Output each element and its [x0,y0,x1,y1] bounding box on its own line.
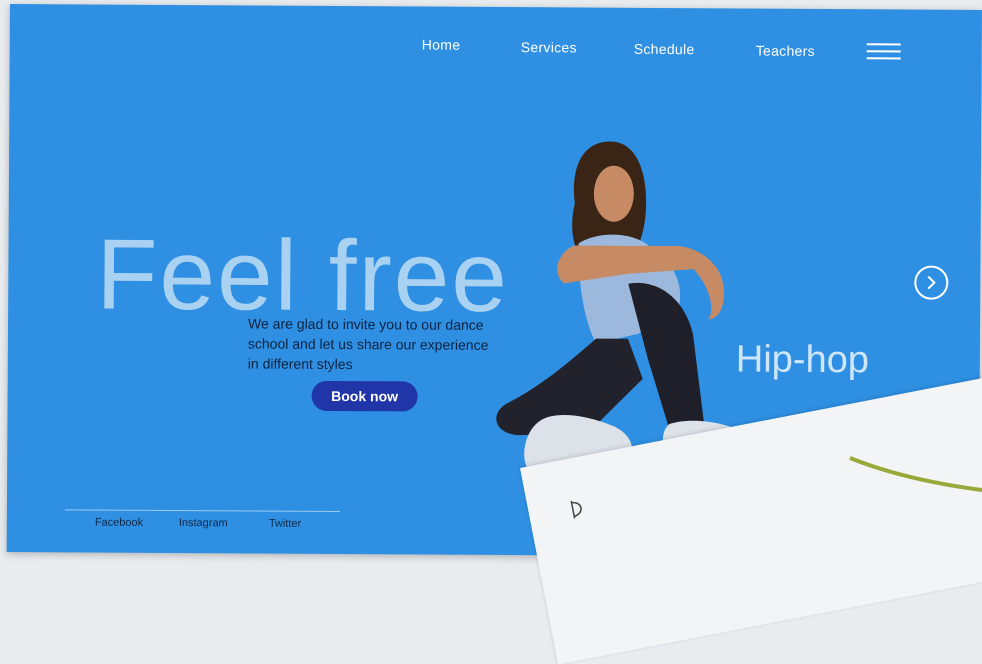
book-now-button[interactable]: Book now [311,380,418,412]
social-twitter-link[interactable]: Twitter [269,518,301,530]
social-facebook-link[interactable]: Facebook [95,517,143,529]
hero-description: We are glad to invite you to our dance s… [247,315,489,373]
nav-home[interactable]: Home [422,37,461,53]
footer-divider [64,509,340,513]
chevron-right-icon[interactable] [914,265,949,300]
nav-schedule[interactable]: Schedule [634,41,695,57]
hamburger-menu-icon[interactable] [866,43,901,60]
nav-services[interactable]: Services [521,39,577,55]
social-instagram-link[interactable]: Instagram [179,517,228,529]
dance-style-label: Hip-hop [735,338,870,382]
pen-mark-icon [570,500,582,519]
nav-teachers[interactable]: Teachers [756,43,815,59]
main-nav: Home Services Schedule Teachers [10,34,982,70]
social-links: Facebook Instagram Twitter [10,4,982,530]
